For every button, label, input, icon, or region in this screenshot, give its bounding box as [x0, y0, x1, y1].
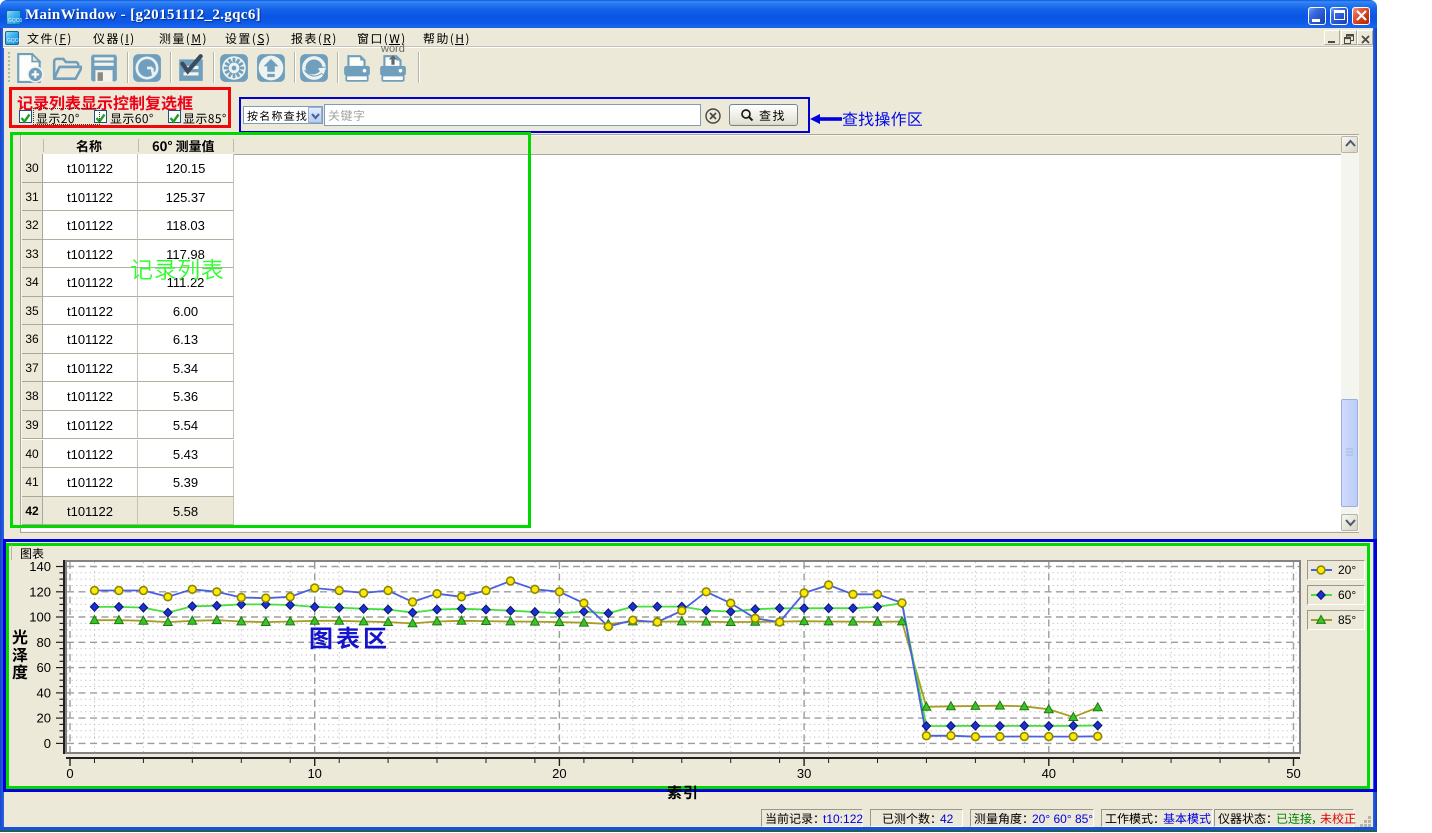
svg-text:120: 120 [29, 584, 51, 599]
svg-text:80: 80 [37, 635, 51, 650]
svg-text:10: 10 [307, 766, 321, 781]
svg-text:40: 40 [37, 685, 51, 700]
svg-text:140: 140 [29, 559, 51, 574]
svg-text:0: 0 [66, 766, 73, 781]
svg-text:40: 40 [1042, 766, 1056, 781]
svg-text:0: 0 [44, 736, 51, 751]
svg-text:50: 50 [1286, 766, 1300, 781]
svg-text:20: 20 [552, 766, 566, 781]
svg-text:100: 100 [29, 610, 51, 625]
svg-text:60: 60 [37, 660, 51, 675]
svg-text:20: 20 [37, 711, 51, 726]
svg-text:30: 30 [797, 766, 811, 781]
